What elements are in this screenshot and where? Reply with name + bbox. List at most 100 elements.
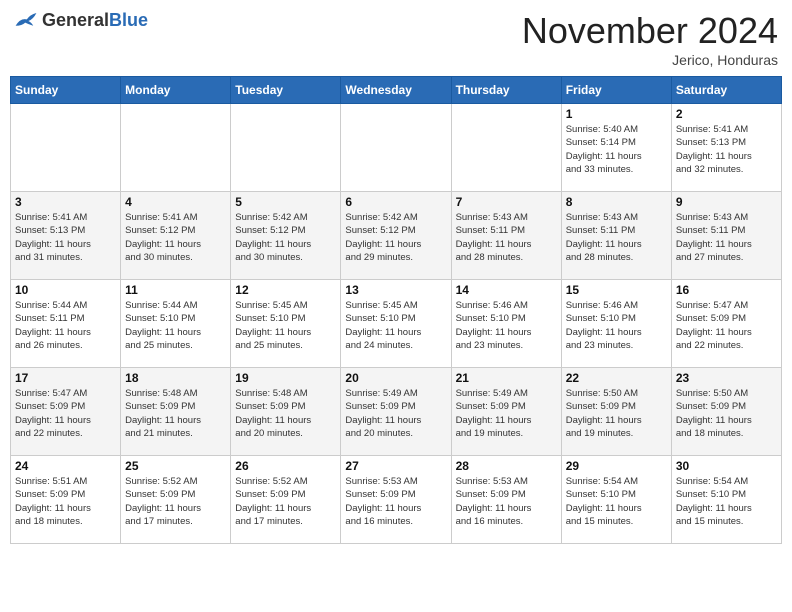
day-info: Sunrise: 5:48 AM Sunset: 5:09 PM Dayligh… xyxy=(125,387,226,440)
day-number: 11 xyxy=(125,283,226,297)
day-number: 24 xyxy=(15,459,116,473)
column-header-saturday: Saturday xyxy=(671,77,781,104)
day-number: 7 xyxy=(456,195,557,209)
day-cell: 18Sunrise: 5:48 AM Sunset: 5:09 PM Dayli… xyxy=(121,368,231,456)
day-cell: 15 Sunrise: 5:46 AM Sunset: 5:10 PM Dayli… xyxy=(561,280,671,368)
day-cell: 19Sunrise: 5:48 AM Sunset: 5:09 PM Dayli… xyxy=(231,368,341,456)
day-info: Sunrise: 5:53 AM Sunset: 5:09 PM Dayligh… xyxy=(345,475,446,528)
day-info: Sunrise: 5:53 AM Sunset: 5:09 PM Dayligh… xyxy=(456,475,557,528)
day-number: 17 xyxy=(15,371,116,385)
day-number: 5 xyxy=(235,195,336,209)
day-number: 25 xyxy=(125,459,226,473)
day-info: Sunrise: 5:47 AM Sunset: 5:09 PM Dayligh… xyxy=(15,387,116,440)
day-info: Sunrise: 5:44 AM Sunset: 5:10 PM Dayligh… xyxy=(125,299,226,352)
page-header: GeneralBlue November 2024 Jerico, Hondur… xyxy=(10,10,782,68)
day-info: Sunrise: 5:43 AM Sunset: 5:11 PM Dayligh… xyxy=(456,211,557,264)
day-cell: 8 Sunrise: 5:43 AM Sunset: 5:11 PM Daylig… xyxy=(561,192,671,280)
day-info: Sunrise: 5:40 AM Sunset: 5:14 PM Dayligh… xyxy=(566,123,667,176)
column-header-wednesday: Wednesday xyxy=(341,77,451,104)
day-info: Sunrise: 5:48 AM Sunset: 5:09 PM Dayligh… xyxy=(235,387,336,440)
day-cell: 25 Sunrise: 5:52 AM Sunset: 5:09 PM Dayli… xyxy=(121,456,231,544)
day-cell: 26 Sunrise: 5:52 AM Sunset: 5:09 PM Dayli… xyxy=(231,456,341,544)
day-info: Sunrise: 5:43 AM Sunset: 5:11 PM Dayligh… xyxy=(676,211,777,264)
day-info: Sunrise: 5:46 AM Sunset: 5:10 PM Dayligh… xyxy=(456,299,557,352)
calendar-body: 1Sunrise: 5:40 AM Sunset: 5:14 PM Daylig… xyxy=(11,104,782,544)
day-cell xyxy=(121,104,231,192)
day-cell: 10Sunrise: 5:44 AM Sunset: 5:11 PM Dayli… xyxy=(11,280,121,368)
day-cell xyxy=(231,104,341,192)
week-row-2: 3 Sunrise: 5:41 AM Sunset: 5:13 PM Daylig… xyxy=(11,192,782,280)
day-cell: 22Sunrise: 5:50 AM Sunset: 5:09 PM Dayli… xyxy=(561,368,671,456)
day-cell xyxy=(341,104,451,192)
day-cell: 28Sunrise: 5:53 AM Sunset: 5:09 PM Dayli… xyxy=(451,456,561,544)
day-info: Sunrise: 5:45 AM Sunset: 5:10 PM Dayligh… xyxy=(345,299,446,352)
day-cell: 5 Sunrise: 5:42 AM Sunset: 5:12 PM Daylig… xyxy=(231,192,341,280)
week-row-5: 24 Sunrise: 5:51 AM Sunset: 5:09 PM Dayli… xyxy=(11,456,782,544)
column-header-thursday: Thursday xyxy=(451,77,561,104)
day-info: Sunrise: 5:41 AM Sunset: 5:12 PM Dayligh… xyxy=(125,211,226,264)
day-cell xyxy=(451,104,561,192)
day-number: 2 xyxy=(676,107,777,121)
day-cell: 7 Sunrise: 5:43 AM Sunset: 5:11 PM Daylig… xyxy=(451,192,561,280)
day-cell: 27 Sunrise: 5:53 AM Sunset: 5:09 PM Dayli… xyxy=(341,456,451,544)
title-block: November 2024 Jerico, Honduras xyxy=(522,10,778,68)
day-cell: 14 Sunrise: 5:46 AM Sunset: 5:10 PM Dayli… xyxy=(451,280,561,368)
day-number: 3 xyxy=(15,195,116,209)
column-header-tuesday: Tuesday xyxy=(231,77,341,104)
day-info: Sunrise: 5:44 AM Sunset: 5:11 PM Dayligh… xyxy=(15,299,116,352)
day-number: 4 xyxy=(125,195,226,209)
logo: GeneralBlue xyxy=(14,10,148,31)
day-info: Sunrise: 5:43 AM Sunset: 5:11 PM Dayligh… xyxy=(566,211,667,264)
day-info: Sunrise: 5:47 AM Sunset: 5:09 PM Dayligh… xyxy=(676,299,777,352)
day-info: Sunrise: 5:49 AM Sunset: 5:09 PM Dayligh… xyxy=(345,387,446,440)
day-cell xyxy=(11,104,121,192)
day-number: 21 xyxy=(456,371,557,385)
day-number: 27 xyxy=(345,459,446,473)
day-cell: 12Sunrise: 5:45 AM Sunset: 5:10 PM Dayli… xyxy=(231,280,341,368)
day-info: Sunrise: 5:51 AM Sunset: 5:09 PM Dayligh… xyxy=(15,475,116,528)
day-info: Sunrise: 5:49 AM Sunset: 5:09 PM Dayligh… xyxy=(456,387,557,440)
day-cell: 3 Sunrise: 5:41 AM Sunset: 5:13 PM Daylig… xyxy=(11,192,121,280)
calendar-table: SundayMondayTuesdayWednesdayThursdayFrid… xyxy=(10,76,782,544)
day-number: 23 xyxy=(676,371,777,385)
day-info: Sunrise: 5:41 AM Sunset: 5:13 PM Dayligh… xyxy=(676,123,777,176)
day-number: 14 xyxy=(456,283,557,297)
day-cell: 4 Sunrise: 5:41 AM Sunset: 5:12 PM Daylig… xyxy=(121,192,231,280)
day-cell: 2 Sunrise: 5:41 AM Sunset: 5:13 PM Daylig… xyxy=(671,104,781,192)
day-cell: 16Sunrise: 5:47 AM Sunset: 5:09 PM Dayli… xyxy=(671,280,781,368)
day-number: 20 xyxy=(345,371,446,385)
day-info: Sunrise: 5:54 AM Sunset: 5:10 PM Dayligh… xyxy=(566,475,667,528)
day-cell: 23 Sunrise: 5:50 AM Sunset: 5:09 PM Dayli… xyxy=(671,368,781,456)
day-info: Sunrise: 5:45 AM Sunset: 5:10 PM Dayligh… xyxy=(235,299,336,352)
day-info: Sunrise: 5:54 AM Sunset: 5:10 PM Dayligh… xyxy=(676,475,777,528)
day-cell: 11 Sunrise: 5:44 AM Sunset: 5:10 PM Dayli… xyxy=(121,280,231,368)
day-info: Sunrise: 5:41 AM Sunset: 5:13 PM Dayligh… xyxy=(15,211,116,264)
day-number: 8 xyxy=(566,195,667,209)
day-cell: 1Sunrise: 5:40 AM Sunset: 5:14 PM Daylig… xyxy=(561,104,671,192)
week-row-1: 1Sunrise: 5:40 AM Sunset: 5:14 PM Daylig… xyxy=(11,104,782,192)
day-cell: 24 Sunrise: 5:51 AM Sunset: 5:09 PM Dayli… xyxy=(11,456,121,544)
logo-blue-text: Blue xyxy=(109,10,148,30)
day-number: 9 xyxy=(676,195,777,209)
day-number: 29 xyxy=(566,459,667,473)
day-number: 6 xyxy=(345,195,446,209)
day-info: Sunrise: 5:50 AM Sunset: 5:09 PM Dayligh… xyxy=(676,387,777,440)
day-cell: 20 Sunrise: 5:49 AM Sunset: 5:09 PM Dayli… xyxy=(341,368,451,456)
location-subtitle: Jerico, Honduras xyxy=(522,52,778,68)
day-info: Sunrise: 5:52 AM Sunset: 5:09 PM Dayligh… xyxy=(235,475,336,528)
column-header-sunday: Sunday xyxy=(11,77,121,104)
day-info: Sunrise: 5:52 AM Sunset: 5:09 PM Dayligh… xyxy=(125,475,226,528)
day-cell: 30 Sunrise: 5:54 AM Sunset: 5:10 PM Dayli… xyxy=(671,456,781,544)
logo-icon xyxy=(14,11,38,31)
logo-general-text: General xyxy=(42,10,109,30)
month-year-title: November 2024 xyxy=(522,10,778,52)
day-info: Sunrise: 5:46 AM Sunset: 5:10 PM Dayligh… xyxy=(566,299,667,352)
day-number: 15 xyxy=(566,283,667,297)
day-info: Sunrise: 5:42 AM Sunset: 5:12 PM Dayligh… xyxy=(235,211,336,264)
day-number: 13 xyxy=(345,283,446,297)
column-header-friday: Friday xyxy=(561,77,671,104)
day-cell: 13 Sunrise: 5:45 AM Sunset: 5:10 PM Dayli… xyxy=(341,280,451,368)
week-row-4: 17 Sunrise: 5:47 AM Sunset: 5:09 PM Dayli… xyxy=(11,368,782,456)
day-number: 30 xyxy=(676,459,777,473)
day-number: 26 xyxy=(235,459,336,473)
